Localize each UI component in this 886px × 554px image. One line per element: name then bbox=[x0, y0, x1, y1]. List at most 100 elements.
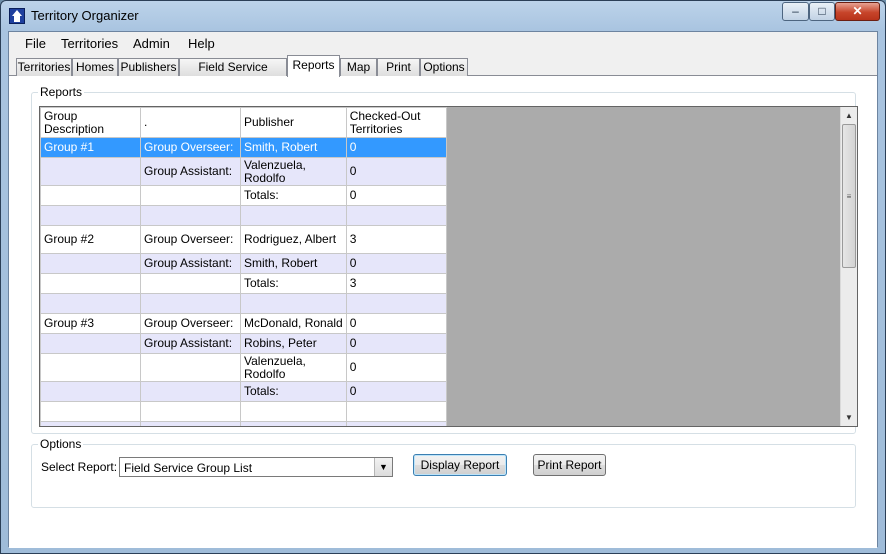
tab-map[interactable]: Map bbox=[340, 58, 377, 76]
cell-group-description[interactable] bbox=[40, 381, 141, 402]
tab-options[interactable]: Options bbox=[420, 58, 468, 76]
cell-checked-out[interactable]: 0 bbox=[345, 353, 447, 382]
tab-homes[interactable]: Homes bbox=[72, 58, 118, 76]
cell-publisher[interactable]: McDonald, Ronald bbox=[240, 313, 347, 334]
table-row[interactable]: Totals: 0 bbox=[40, 185, 447, 206]
cell-role[interactable] bbox=[140, 381, 241, 402]
cell-role[interactable]: Group Overseer: bbox=[140, 137, 241, 158]
cell-checked-out[interactable] bbox=[345, 293, 447, 314]
menu-file[interactable]: File bbox=[25, 36, 46, 51]
cell-publisher[interactable] bbox=[240, 293, 347, 314]
tab-reports[interactable]: Reports bbox=[287, 55, 340, 77]
cell-checked-out[interactable]: 0 bbox=[345, 381, 447, 402]
column-header-group-description[interactable]: Group Description bbox=[40, 107, 141, 138]
cell-group-description[interactable]: Group #3 bbox=[40, 313, 141, 334]
cell-checked-out[interactable]: 0 bbox=[345, 333, 447, 354]
minimize-button[interactable]: – bbox=[782, 2, 809, 21]
display-report-button[interactable]: Display Report bbox=[413, 454, 507, 476]
cell-role[interactable]: Group Assistant: bbox=[140, 253, 241, 274]
table-row[interactable]: Group #1 Group Overseer: Smith, Robert 0 bbox=[40, 137, 447, 158]
header-row: Group Description . Publisher Checked-Ou… bbox=[40, 107, 447, 138]
cell-group-description[interactable] bbox=[40, 205, 141, 226]
cell-group-description[interactable] bbox=[40, 293, 141, 314]
column-header-checked-out[interactable]: Checked-Out Territories bbox=[345, 107, 447, 138]
cell-checked-out[interactable] bbox=[345, 401, 447, 422]
cell-role[interactable]: Group Assistant: bbox=[140, 157, 241, 186]
cell-group-description[interactable] bbox=[40, 185, 141, 206]
cell-group-description[interactable]: Group #2 bbox=[40, 225, 141, 254]
cell-publisher[interactable]: Rodriguez, Albert bbox=[240, 225, 347, 254]
cell-role[interactable] bbox=[140, 185, 241, 206]
table-row[interactable]: Group #4Group Overseer:Ramirez, Manuel0 bbox=[40, 421, 447, 426]
cell-publisher[interactable]: Smith, Robert bbox=[240, 137, 347, 158]
chevron-down-icon[interactable]: ▼ bbox=[374, 458, 392, 476]
cell-checked-out[interactable]: 0 bbox=[345, 421, 447, 426]
cell-publisher[interactable]: Smith, Robert bbox=[240, 253, 347, 274]
tab-territories[interactable]: Territories bbox=[16, 58, 72, 76]
cell-group-description[interactable] bbox=[40, 401, 141, 422]
cell-group-description[interactable] bbox=[40, 157, 141, 186]
cell-checked-out[interactable]: 3 bbox=[345, 225, 447, 254]
cell-checked-out[interactable]: 0 bbox=[345, 137, 447, 158]
table-row[interactable]: Group Assistant: Robins, Peter 0 bbox=[40, 333, 447, 354]
cell-publisher[interactable]: Totals: bbox=[240, 381, 347, 402]
cell-checked-out[interactable]: 0 bbox=[345, 157, 447, 186]
title-bar[interactable]: Territory Organizer – □ ✕ bbox=[1, 1, 885, 31]
cell-role[interactable] bbox=[140, 205, 241, 226]
menu-admin[interactable]: Admin bbox=[133, 36, 170, 51]
tab-field-service-groups[interactable]: Field Service Groups bbox=[179, 58, 287, 90]
cell-role[interactable]: Group Assistant: bbox=[140, 333, 241, 354]
cell-checked-out[interactable]: 3 bbox=[345, 273, 447, 294]
table-row[interactable]: Group Assistant: Smith, Robert 0 bbox=[40, 253, 447, 274]
cell-publisher[interactable]: Valenzuela, Rodolfo bbox=[240, 157, 347, 186]
scroll-down-icon[interactable]: ▼ bbox=[841, 409, 857, 426]
print-report-button[interactable]: Print Report bbox=[533, 454, 606, 476]
cell-publisher[interactable]: Totals: bbox=[240, 273, 347, 294]
cell-checked-out[interactable]: 0 bbox=[345, 185, 447, 206]
table-row[interactable]: Valenzuela, Rodolfo 0 bbox=[40, 353, 447, 382]
cell-publisher[interactable]: Robins, Peter bbox=[240, 333, 347, 354]
cell-group-description[interactable] bbox=[40, 273, 141, 294]
close-button[interactable]: ✕ bbox=[835, 2, 880, 21]
cell-publisher[interactable]: Totals: bbox=[240, 185, 347, 206]
cell-role[interactable] bbox=[140, 353, 241, 382]
cell-group-description[interactable]: Group #1 bbox=[40, 137, 141, 158]
cell-checked-out[interactable] bbox=[345, 205, 447, 226]
tab-publishers[interactable]: Publishers bbox=[118, 58, 179, 76]
cell-group-description[interactable] bbox=[40, 353, 141, 382]
report-grid[interactable]: Group Description . Publisher Checked-Ou… bbox=[39, 106, 858, 427]
menu-territories[interactable]: Territories bbox=[61, 36, 118, 51]
cell-role[interactable] bbox=[140, 401, 241, 422]
scroll-thumb[interactable]: ≡ bbox=[842, 124, 856, 268]
column-header-publisher[interactable]: Publisher bbox=[240, 107, 347, 138]
table-row[interactable]: Group Assistant: Valenzuela, Rodolfo 0 bbox=[40, 157, 447, 186]
table-row[interactable] bbox=[40, 205, 447, 226]
column-header-role[interactable]: . bbox=[140, 107, 241, 138]
cell-checked-out[interactable]: 0 bbox=[345, 253, 447, 274]
cell-publisher[interactable] bbox=[240, 205, 347, 226]
cell-role[interactable]: Group Overseer: bbox=[140, 225, 241, 254]
scroll-up-icon[interactable]: ▲ bbox=[841, 107, 857, 124]
menu-help[interactable]: Help bbox=[188, 36, 215, 51]
table-row[interactable] bbox=[40, 293, 447, 314]
select-report-dropdown[interactable]: Field Service Group List ▼ bbox=[119, 457, 393, 477]
cell-role[interactable]: Group Overseer: bbox=[140, 421, 241, 426]
table-row[interactable]: Totals: 0 bbox=[40, 381, 447, 402]
cell-role[interactable]: Group Overseer: bbox=[140, 313, 241, 334]
table-row[interactable]: Group #3 Group Overseer: McDonald, Ronald 0 bbox=[40, 313, 447, 334]
tab-print[interactable]: Print bbox=[377, 58, 420, 76]
table-row[interactable]: Group #2 Group Overseer: Rodriguez, Albert… bbox=[40, 225, 447, 254]
cell-publisher[interactable]: Valenzuela, Rodolfo bbox=[240, 353, 347, 382]
cell-group-description[interactable] bbox=[40, 253, 141, 274]
maximize-button[interactable]: □ bbox=[809, 2, 835, 21]
grid-vertical-scrollbar[interactable]: ▲ ≡ ▼ bbox=[840, 107, 857, 426]
cell-role[interactable] bbox=[140, 273, 241, 294]
cell-role[interactable] bbox=[140, 293, 241, 314]
cell-publisher[interactable] bbox=[240, 401, 347, 422]
table-row[interactable]: Totals: 3 bbox=[40, 273, 447, 294]
table-row[interactable] bbox=[40, 401, 447, 422]
cell-publisher[interactable]: Ramirez, Manuel bbox=[240, 421, 347, 426]
cell-group-description[interactable]: Group #4 bbox=[40, 421, 141, 426]
cell-group-description[interactable] bbox=[40, 333, 141, 354]
cell-checked-out[interactable]: 0 bbox=[345, 313, 447, 334]
